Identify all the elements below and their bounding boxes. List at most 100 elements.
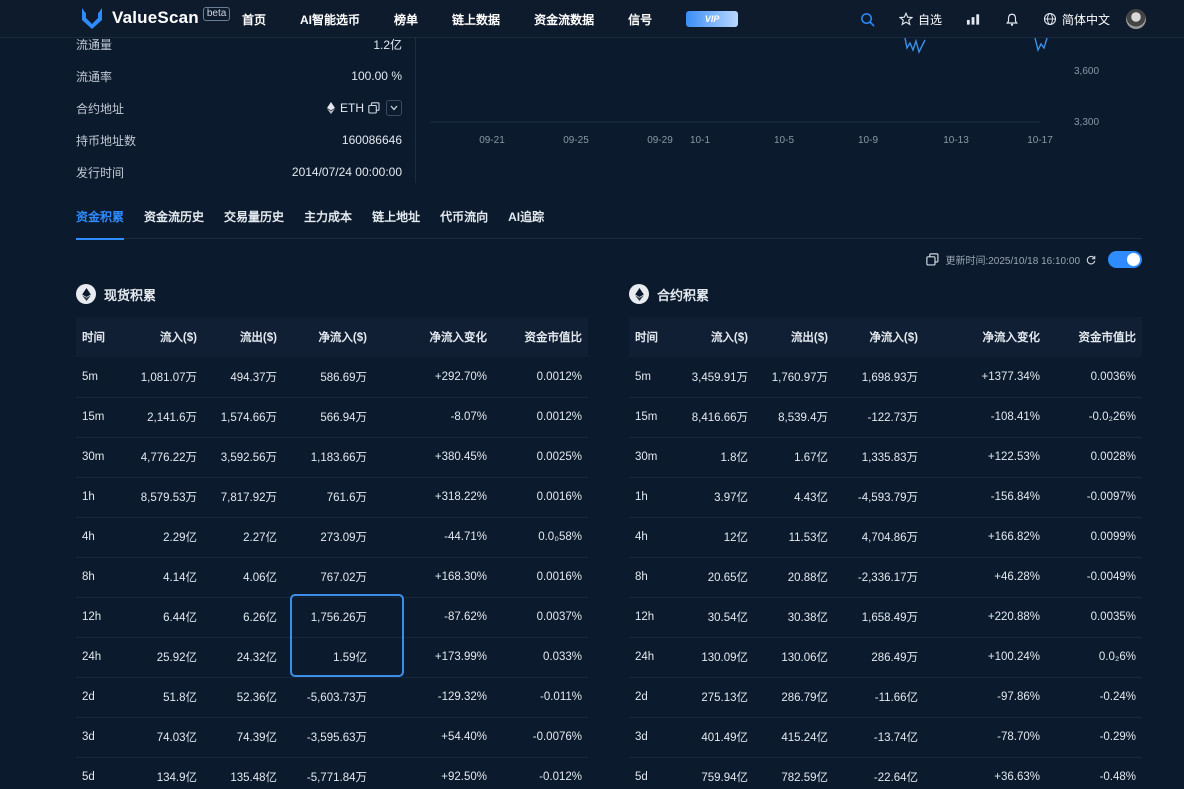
table-cell: 74.03亿 xyxy=(126,717,203,758)
contract-chain-label: ETH xyxy=(340,101,364,115)
table-cell: 0.0016% xyxy=(493,477,588,518)
table-row: 15m 2,141.6万 1,574.66万 566.94万 -8.07% 0.0012% xyxy=(76,397,588,438)
column-header[interactable]: 流出($) xyxy=(754,317,834,357)
table-cell: 415.24亿 xyxy=(754,717,834,758)
watchlist-button[interactable]: 自选 xyxy=(898,11,942,28)
tab-volume-history[interactable]: 交易量历史 xyxy=(224,206,284,239)
nav-rankings[interactable]: 榜单 xyxy=(394,11,418,28)
ethereum-icon xyxy=(76,284,96,304)
update-status: 更新时间:2025/10/18 16:10:00 xyxy=(926,251,1142,268)
table-cell: +100.24% xyxy=(924,637,1046,678)
nav-onchain-data[interactable]: 链上数据 xyxy=(452,11,500,28)
table-cell: 1,183.66万 xyxy=(283,437,373,478)
table-cell: 1,081.07万 xyxy=(126,357,203,398)
tab-fund-accumulation[interactable]: 资金积累 xyxy=(76,206,125,240)
table-cell: 0.0016% xyxy=(493,557,588,598)
table-cell: 4h xyxy=(629,517,679,558)
table-cell: 8h xyxy=(629,557,679,598)
table-cell: 2,141.6万 xyxy=(126,397,203,438)
table-cell: -78.70% xyxy=(924,717,1046,758)
column-header[interactable]: 资金市值比 xyxy=(1046,317,1142,357)
copy-icon[interactable] xyxy=(926,253,939,266)
table-cell: 0.0035% xyxy=(1046,597,1142,638)
tab-fund-flow-history[interactable]: 资金流历史 xyxy=(144,206,204,239)
x-tick-label: 10-17 xyxy=(1027,135,1053,146)
watchlist-label: 自选 xyxy=(917,12,942,27)
table-row: 5d 134.9亿 135.48亿 -5,771.84万 +92.50% -0.012% xyxy=(76,757,588,789)
nav-ai-coin-picker[interactable]: AI智能选币 xyxy=(300,11,360,28)
table-row: 24h 25.92亿 24.32亿 1.59亿 +173.99% 0.033% xyxy=(76,637,588,678)
table-cell: -13.74亿 xyxy=(834,717,924,758)
x-tick-label: 10-13 xyxy=(943,135,969,146)
copy-icon[interactable] xyxy=(368,102,380,114)
table-cell: -3,595.63万 xyxy=(283,717,373,758)
table-cell: 30m xyxy=(629,437,679,478)
table-cell: -2,336.17万 xyxy=(834,557,924,598)
table-cell: 52.36亿 xyxy=(203,677,283,718)
nav-signals[interactable]: 信号 xyxy=(628,11,652,28)
nav-fund-flow-data[interactable]: 资金流数据 xyxy=(534,11,594,28)
table-cell: 3d xyxy=(76,717,126,758)
table-cell: 3.97亿 xyxy=(679,477,754,518)
column-header[interactable]: 资金市值比 xyxy=(493,317,588,357)
auto-refresh-toggle[interactable] xyxy=(1108,251,1142,268)
table-cell: +173.99% xyxy=(373,637,493,678)
table-cell: 566.94万 xyxy=(283,397,373,438)
price-mini-chart: 09-21 09-25 09-29 10-1 10-5 10-9 10-13 1… xyxy=(430,38,1099,146)
tab-ai-tracking[interactable]: AI追踪 xyxy=(508,206,544,239)
refresh-icon[interactable] xyxy=(1086,255,1096,265)
table-cell: -0.24% xyxy=(1046,677,1142,718)
notifications-button[interactable] xyxy=(1005,12,1019,27)
table-row: 5m 3,459.91万 1,760.97万 1,698.93万 +1377.34% 0.… xyxy=(629,357,1142,398)
bell-icon xyxy=(1006,13,1018,26)
info-value: 1.2亿 xyxy=(373,37,402,52)
tab-main-cost[interactable]: 主力成本 xyxy=(304,206,352,239)
x-tick-label: 09-21 xyxy=(479,135,505,146)
language-selector[interactable]: 简体中文 xyxy=(1043,11,1110,28)
info-value: 160086646 xyxy=(341,133,402,147)
table-cell: -5,603.73万 xyxy=(283,677,373,718)
search-button[interactable] xyxy=(860,12,875,27)
table-cell: 2d xyxy=(76,677,126,718)
table-cell: 11.53亿 xyxy=(754,517,834,558)
table-cell: 273.09万 xyxy=(283,517,373,558)
column-header[interactable]: 时间 xyxy=(629,317,679,357)
table-cell: 30.54亿 xyxy=(679,597,754,638)
tab-token-flow[interactable]: 代币流向 xyxy=(440,206,488,239)
table-cell: 8,416.66万 xyxy=(679,397,754,438)
table-cell: 4h xyxy=(76,517,126,558)
column-header[interactable]: 净流入变化 xyxy=(924,317,1046,357)
column-header[interactable]: 净流入($) xyxy=(834,317,924,357)
table-row: 12h 30.54亿 30.38亿 1,658.49万 +220.88% 0.0035% xyxy=(629,597,1142,638)
table-cell: 24.32亿 xyxy=(203,637,283,678)
nav-home[interactable]: 首页 xyxy=(242,11,266,28)
user-avatar[interactable] xyxy=(1126,9,1146,29)
table-cell: -0.0097% xyxy=(1046,477,1142,518)
brand-logo[interactable]: ValueScan beta xyxy=(80,6,231,30)
column-header[interactable]: 流出($) xyxy=(203,317,283,357)
table-cell: 1,658.49万 xyxy=(834,597,924,638)
table-cell: 3,459.91万 xyxy=(679,357,754,398)
table-cell: 1.8亿 xyxy=(679,437,754,478)
tab-onchain-address[interactable]: 链上地址 xyxy=(372,206,420,239)
table-cell: 1,756.26万 xyxy=(283,597,373,638)
column-header[interactable]: 流入($) xyxy=(679,317,754,357)
column-header[interactable]: 时间 xyxy=(76,317,126,357)
table-cell: 0.0₂6% xyxy=(1046,637,1142,678)
column-header[interactable]: 流入($) xyxy=(126,317,203,357)
table-cell: 4,776.22万 xyxy=(126,437,203,478)
market-stats-button[interactable] xyxy=(966,12,981,26)
table-cell: 8h xyxy=(76,557,126,598)
futures-title: 合约积累 xyxy=(657,287,710,303)
table-cell: 275.13亿 xyxy=(679,677,754,718)
table-cell: 767.02万 xyxy=(283,557,373,598)
table-cell: +122.53% xyxy=(924,437,1046,478)
spot-accumulation-table: 时间 流入($) 流出($) 净流入($) 净流入变化 资金市值比 5m 1,08… xyxy=(76,317,588,789)
table-cell: 0.0₀58% xyxy=(493,517,588,558)
column-header[interactable]: 净流入($) xyxy=(283,317,373,357)
vip-badge[interactable]: VIP xyxy=(686,11,739,27)
column-header[interactable]: 净流入变化 xyxy=(373,317,493,357)
info-row-holder-count: 持币地址数 160086646 xyxy=(76,124,402,156)
update-time-label: 更新时间:2025/10/18 16:10:00 xyxy=(945,256,1080,267)
contract-dropdown-button[interactable] xyxy=(386,100,402,116)
